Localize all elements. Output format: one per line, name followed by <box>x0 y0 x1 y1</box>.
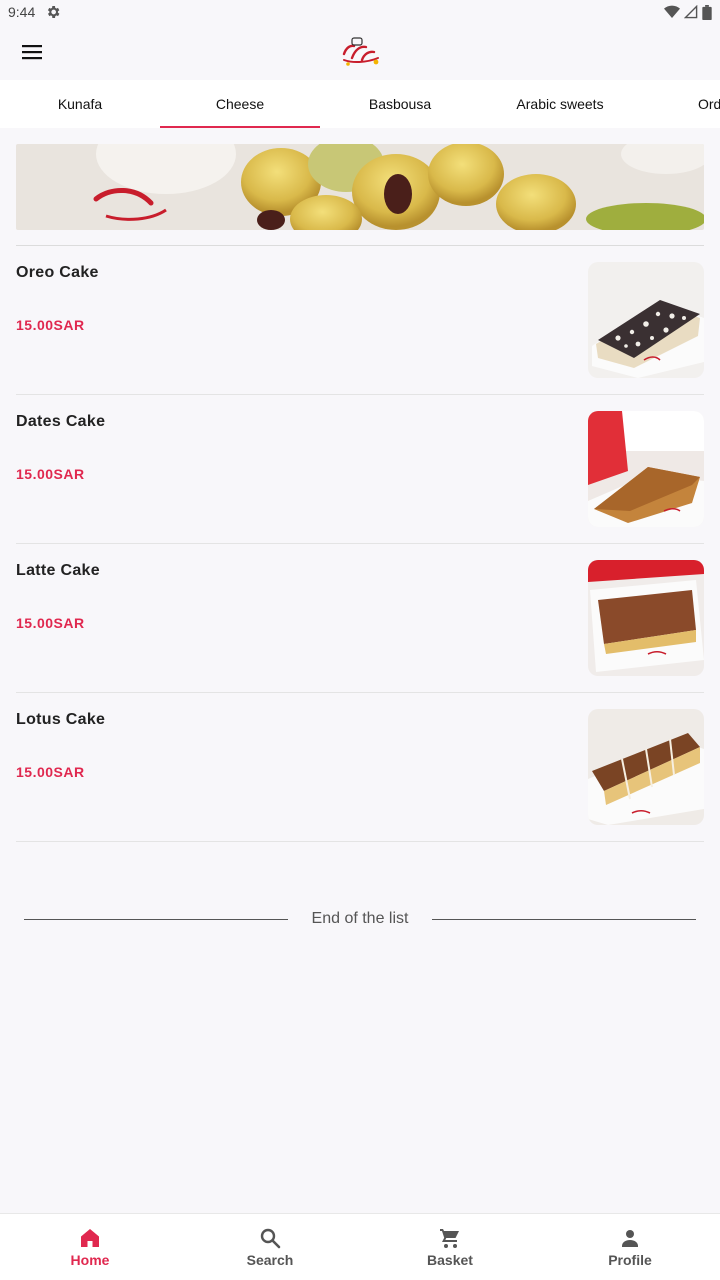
nav-home[interactable]: Home <box>0 1214 180 1280</box>
menu-button[interactable] <box>18 38 46 66</box>
product-item-lotus-cake[interactable]: Lotus Cake 15.00SAR <box>16 693 704 842</box>
tab-kunafa[interactable]: Kunafa <box>0 80 160 128</box>
end-of-list-text: End of the list <box>311 910 409 927</box>
product-item-oreo-cake[interactable]: Oreo Cake 15.00SAR <box>16 246 704 395</box>
tab-label: Basbousa <box>368 96 432 112</box>
product-image-lotus-cake <box>588 709 704 825</box>
product-image-oreo-cake <box>588 262 704 378</box>
product-price: 15.00SAR <box>16 764 85 780</box>
tab-basbousa[interactable]: Basbousa <box>320 80 480 128</box>
cart-icon <box>440 1229 459 1248</box>
bottom-navigation: Home Search Basket Profile <box>0 1213 720 1280</box>
nav-basket[interactable]: Basket <box>360 1214 540 1280</box>
tab-label: Cheese <box>215 96 265 112</box>
product-price: 15.00SAR <box>16 317 85 333</box>
product-name: Oreo Cake <box>16 264 99 281</box>
category-tabs: Kunafa Cheese Basbousa Arabic sweets Ord <box>0 80 720 128</box>
divider <box>432 918 697 920</box>
product-item-dates-cake[interactable]: Dates Cake 15.00SAR <box>16 395 704 544</box>
divider <box>24 918 288 920</box>
status-time: 9:44 <box>8 4 36 20</box>
person-icon <box>622 1230 638 1247</box>
tab-label: Kunafa <box>57 96 103 112</box>
tab-cheese[interactable]: Cheese <box>160 80 320 128</box>
app-bar <box>0 24 720 80</box>
status-bar: 9:44 <box>0 0 720 24</box>
search-icon <box>260 1228 281 1249</box>
end-of-list-indicator: End of the list <box>24 906 697 932</box>
tab-ord[interactable]: Ord <box>640 80 720 128</box>
product-item-latte-cake[interactable]: Latte Cake 15.00SAR <box>16 544 704 693</box>
wifi-icon <box>664 5 680 18</box>
tab-label: Arabic sweets <box>516 96 604 112</box>
settings-gear-icon <box>48 6 60 18</box>
brand-logo <box>342 37 379 66</box>
nav-label: Profile <box>608 1252 652 1268</box>
nav-search[interactable]: Search <box>180 1214 360 1280</box>
product-name: Latte Cake <box>16 562 100 579</box>
nav-label: Search <box>246 1252 294 1268</box>
battery-icon <box>702 4 712 20</box>
nav-label: Home <box>70 1252 110 1268</box>
tab-arabic-sweets[interactable]: Arabic sweets <box>480 80 640 128</box>
product-price: 15.00SAR <box>16 466 85 482</box>
product-image-latte-cake <box>588 560 704 676</box>
status-icons <box>664 4 712 20</box>
product-name: Dates Cake <box>16 413 106 430</box>
product-list: Oreo Cake 15.00SAR Dates Cake 15.00SAR L… <box>16 246 704 842</box>
category-banner-image <box>16 144 704 230</box>
home-icon <box>81 1229 99 1247</box>
menu-icon <box>22 45 42 60</box>
nav-label: Basket <box>427 1252 473 1268</box>
signal-icon <box>684 5 698 19</box>
product-price: 15.00SAR <box>16 615 85 631</box>
tab-label: Ord <box>698 96 720 112</box>
product-image-dates-cake <box>588 411 704 527</box>
nav-profile[interactable]: Profile <box>540 1214 720 1280</box>
product-name: Lotus Cake <box>16 711 106 728</box>
